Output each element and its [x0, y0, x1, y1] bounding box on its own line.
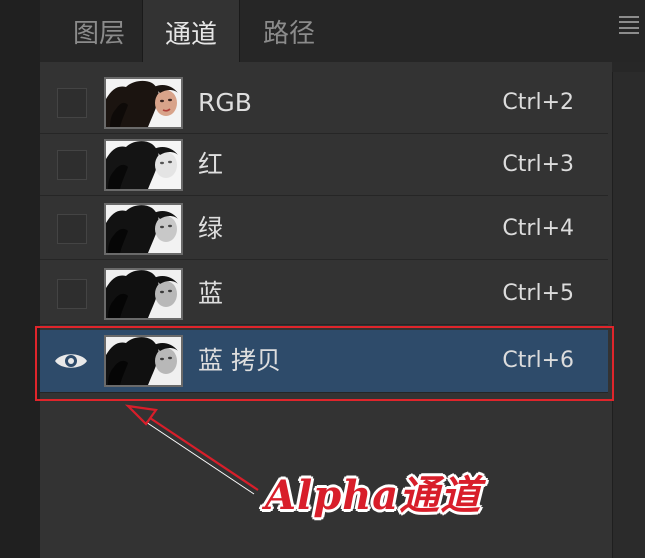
panel-menu-icon[interactable]: [619, 16, 639, 34]
visibility-toggle[interactable]: [57, 88, 87, 118]
tab-layers[interactable]: 图层: [50, 0, 148, 62]
visibility-toggle[interactable]: [57, 214, 87, 244]
channel-thumbnail: [104, 77, 183, 129]
tab-paths[interactable]: 路径: [240, 0, 338, 62]
channel-thumbnail: [104, 203, 183, 255]
channel-name: 蓝: [198, 279, 224, 308]
channel-thumbnail: [104, 139, 183, 191]
highlight-box: [35, 326, 614, 401]
visibility-toggle[interactable]: [57, 150, 87, 180]
channel-name: RGB: [198, 88, 252, 117]
channel-shortcut: Ctrl+4: [502, 216, 574, 241]
channel-row-blue[interactable]: 蓝 Ctrl+5: [40, 263, 608, 325]
tab-channels[interactable]: 通道: [142, 0, 240, 64]
channel-thumbnail: [104, 268, 183, 320]
channel-name: 绿: [198, 214, 224, 243]
left-gutter: [0, 0, 40, 558]
visibility-toggle[interactable]: [57, 279, 87, 309]
channel-shortcut: Ctrl+3: [502, 152, 574, 177]
annotation-label: Alpha通道: [265, 472, 482, 519]
panel-tab-bar: 图层 通道 路径: [40, 0, 645, 64]
channel-row-green[interactable]: 绿 Ctrl+4: [40, 198, 608, 260]
channel-row-rgb[interactable]: RGB Ctrl+2: [40, 72, 608, 134]
channel-name: 红: [198, 150, 224, 179]
channel-shortcut: Ctrl+5: [502, 281, 574, 306]
scrollbar[interactable]: [612, 72, 645, 558]
channel-row-red[interactable]: 红 Ctrl+3: [40, 134, 608, 196]
channel-shortcut: Ctrl+2: [502, 90, 574, 115]
